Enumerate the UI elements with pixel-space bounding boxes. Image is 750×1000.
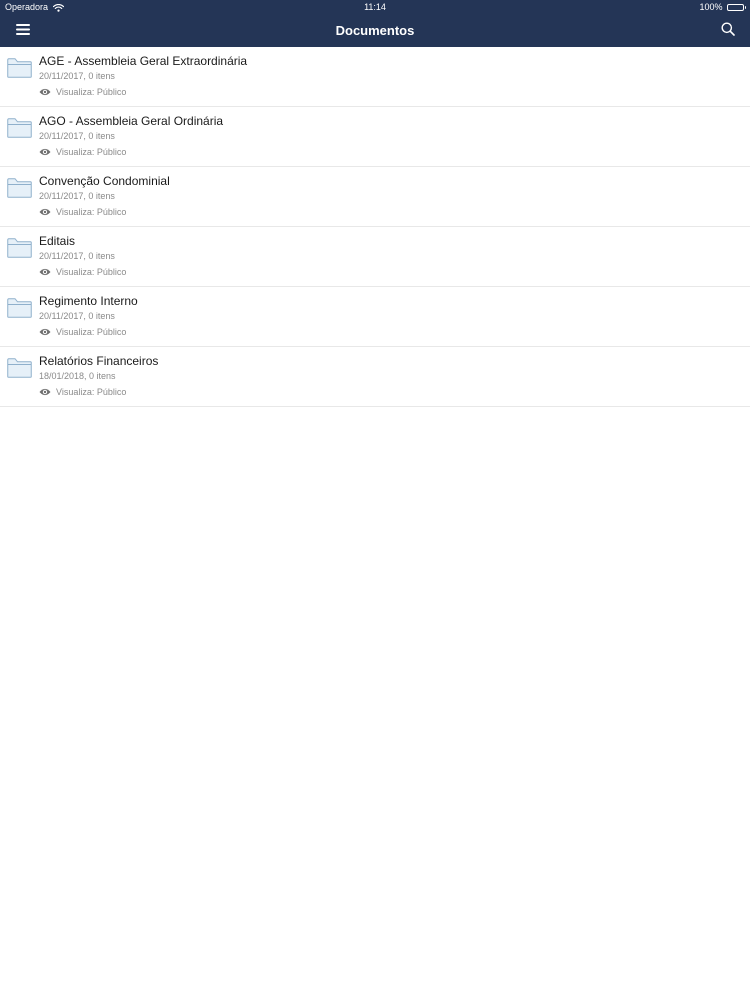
visibility-label: Visualiza: Público	[56, 327, 127, 337]
folder-icon	[7, 238, 32, 258]
visibility-label: Visualiza: Público	[56, 387, 127, 397]
document-visibility: Visualiza: Público	[39, 327, 126, 337]
eye-icon	[39, 388, 51, 396]
search-icon	[721, 22, 735, 41]
document-date-count: 20/11/2017, 0 itens	[39, 251, 115, 261]
document-folder-item[interactable]: Editais 20/11/2017, 0 itens Visualiza: P…	[0, 227, 750, 287]
document-visibility: Visualiza: Público	[39, 387, 126, 397]
document-folder-item[interactable]: AGE - Assembleia Geral Extraordinária 20…	[0, 47, 750, 107]
eye-icon	[39, 268, 51, 276]
document-title: Regimento Interno	[39, 294, 138, 308]
document-visibility: Visualiza: Público	[39, 267, 126, 277]
document-visibility: Visualiza: Público	[39, 147, 126, 157]
status-right: 100%	[699, 0, 746, 15]
document-title: Convenção Condominial	[39, 174, 170, 188]
document-date-count: 20/11/2017, 0 itens	[39, 71, 115, 81]
document-folder-item[interactable]: Relatórios Financeiros 18/01/2018, 0 ite…	[0, 347, 750, 407]
document-title: AGE - Assembleia Geral Extraordinária	[39, 54, 248, 68]
document-date-count: 18/01/2018, 0 itens	[39, 371, 116, 381]
document-folder-item[interactable]: Regimento Interno 20/11/2017, 0 itens Vi…	[0, 287, 750, 347]
visibility-label: Visualiza: Público	[56, 87, 127, 97]
eye-icon	[39, 328, 51, 336]
document-title: Relatórios Financeiros	[39, 354, 159, 368]
document-title: AGO - Assembleia Geral Ordinária	[39, 114, 224, 128]
eye-icon	[39, 208, 51, 216]
visibility-label: Visualiza: Público	[56, 267, 127, 277]
battery-icon	[726, 4, 746, 11]
app-window: Operadora 11:14 100% Documentos AGE - As…	[0, 0, 750, 1000]
folder-icon	[7, 358, 32, 378]
document-date-count: 20/11/2017, 0 itens	[39, 131, 115, 141]
folder-icon	[7, 298, 32, 318]
document-folder-item[interactable]: AGO - Assembleia Geral Ordinária 20/11/2…	[0, 107, 750, 167]
status-bar: Operadora 11:14 100%	[0, 0, 750, 15]
document-date-count: 20/11/2017, 0 itens	[39, 191, 115, 201]
eye-icon	[39, 148, 51, 156]
folder-icon	[7, 178, 32, 198]
folder-icon	[7, 118, 32, 138]
document-title: Editais	[39, 234, 76, 248]
eye-icon	[39, 88, 51, 96]
battery-percentage: 100%	[699, 2, 723, 12]
navigation-bar: Documentos	[0, 15, 750, 47]
documents-list: AGE - Assembleia Geral Extraordinária 20…	[0, 47, 750, 407]
visibility-label: Visualiza: Público	[56, 207, 127, 217]
top-bar: Operadora 11:14 100% Documentos	[0, 0, 750, 47]
visibility-label: Visualiza: Público	[56, 147, 127, 157]
search-button[interactable]	[716, 19, 740, 43]
folder-icon	[7, 58, 32, 78]
page-title: Documentos	[335, 23, 415, 38]
document-folder-item[interactable]: Convenção Condominial 20/11/2017, 0 iten…	[0, 167, 750, 227]
status-time: 11:14	[364, 2, 386, 12]
document-visibility: Visualiza: Público	[39, 87, 126, 97]
document-visibility: Visualiza: Público	[39, 207, 126, 217]
document-date-count: 20/11/2017, 0 itens	[39, 311, 115, 321]
